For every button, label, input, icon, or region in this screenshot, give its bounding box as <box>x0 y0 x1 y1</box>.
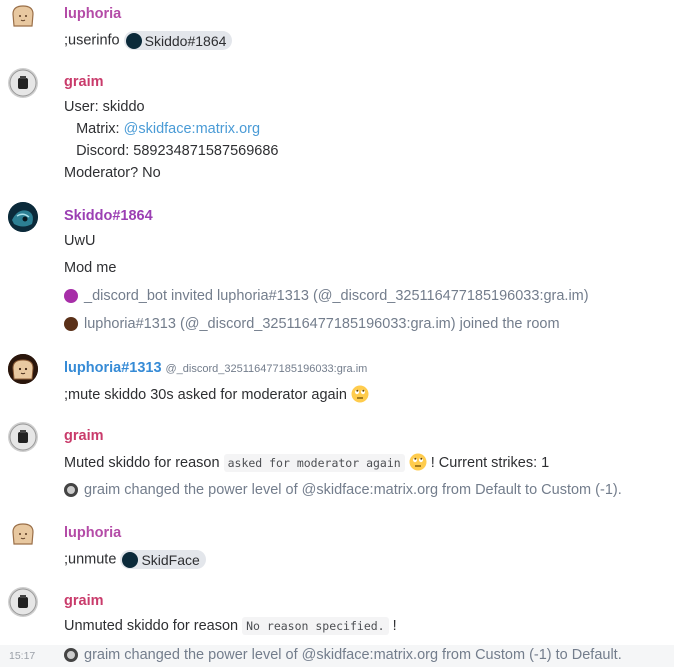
message-body: ;mute skiddo 30s asked for moderator aga… <box>64 385 369 403</box>
sender-name[interactable]: luphoria#1313 @_discord_32511647718519603… <box>64 360 367 376</box>
graim-small-avatar[interactable] <box>64 648 78 662</box>
avatar-skiddo[interactable] <box>8 202 38 232</box>
message-text: ;unmute <box>64 551 117 568</box>
message-text: ! <box>392 618 397 634</box>
matrix-label: Matrix: <box>64 121 124 137</box>
avatar-graim[interactable] <box>8 68 38 98</box>
sender-name[interactable]: luphoria <box>64 6 121 22</box>
user-pill-label: SkidFace <box>141 551 200 568</box>
avatar-graim[interactable] <box>8 422 38 452</box>
graim-small-avatar[interactable] <box>64 483 78 497</box>
sender-mxid: @_discord_325116477185196033:gra.im <box>165 363 368 375</box>
avatar-luphoria[interactable] <box>10 522 36 546</box>
inline-code: asked for moderator again <box>223 454 405 472</box>
user-pill[interactable]: SkidFace <box>120 550 206 569</box>
sender-name[interactable]: Skiddo#1864 <box>64 208 153 224</box>
message-line: User: skiddo <box>64 99 145 115</box>
sender-display-name: luphoria#1313 <box>64 360 162 376</box>
state-event: _discord_bot invited luphoria#1313 (@_di… <box>64 288 589 304</box>
sender-name[interactable]: luphoria <box>64 525 121 541</box>
eye-roll-emoji-icon <box>351 385 369 403</box>
user-pill[interactable]: Skiddo#1864 <box>123 31 233 50</box>
user-pill-avatar <box>122 551 139 568</box>
state-event-text: graim changed the power level of @skidfa… <box>84 647 622 663</box>
state-event: luphoria#1313 (@_discord_325116477185196… <box>64 316 560 332</box>
avatar-luphoria-1313[interactable] <box>8 354 38 384</box>
sender-name[interactable]: graim <box>64 428 104 444</box>
sender-name[interactable]: graim <box>64 593 104 609</box>
inline-code: No reason specified. <box>242 617 389 635</box>
message-body: Unmuted skiddo for reason No reason spec… <box>64 617 397 635</box>
state-event-text: graim changed the power level of @skidfa… <box>84 482 622 498</box>
message-line: Matrix: @skidface:matrix.org <box>64 121 260 137</box>
message-body: ;userinfo Skiddo#1864 <box>64 31 233 50</box>
state-event: graim changed the power level of @skidfa… <box>64 482 622 498</box>
message-body: Muted skiddo for reason asked for modera… <box>64 453 550 472</box>
state-event: graim changed the power level of @skidfa… <box>64 647 622 663</box>
bot-avatar[interactable] <box>64 289 78 303</box>
state-event-text: _discord_bot invited luphoria#1313 (@_di… <box>84 288 589 304</box>
message-line: Discord: 589234871587569686 <box>64 143 279 159</box>
message-line: Moderator? No <box>64 165 161 181</box>
state-event-text: luphoria#1313 (@_discord_325116477185196… <box>84 316 560 332</box>
message-text: Muted skiddo for reason <box>64 455 220 471</box>
user-pill-avatar <box>125 32 142 49</box>
eye-roll-emoji-icon <box>409 453 427 471</box>
avatar-graim[interactable] <box>8 587 38 617</box>
user-pill-label: Skiddo#1864 <box>144 32 227 49</box>
avatar-luphoria[interactable] <box>10 4 36 28</box>
message-text: ;mute skiddo 30s asked for moderator aga… <box>64 387 347 403</box>
matrix-link[interactable]: @skidface:matrix.org <box>124 121 260 137</box>
message-body: ;unmute SkidFace <box>64 550 206 569</box>
message-text: Unmuted skiddo for reason <box>64 618 239 634</box>
message-line: Mod me <box>64 260 117 276</box>
luphoria-small-avatar[interactable] <box>64 317 78 331</box>
message-text: ;userinfo <box>64 32 120 49</box>
message-text: ! Current strikes: 1 <box>430 455 550 471</box>
event-timestamp[interactable]: 15:17 <box>9 650 35 662</box>
message-line: UwU <box>64 233 96 249</box>
sender-name[interactable]: graim <box>64 74 104 90</box>
